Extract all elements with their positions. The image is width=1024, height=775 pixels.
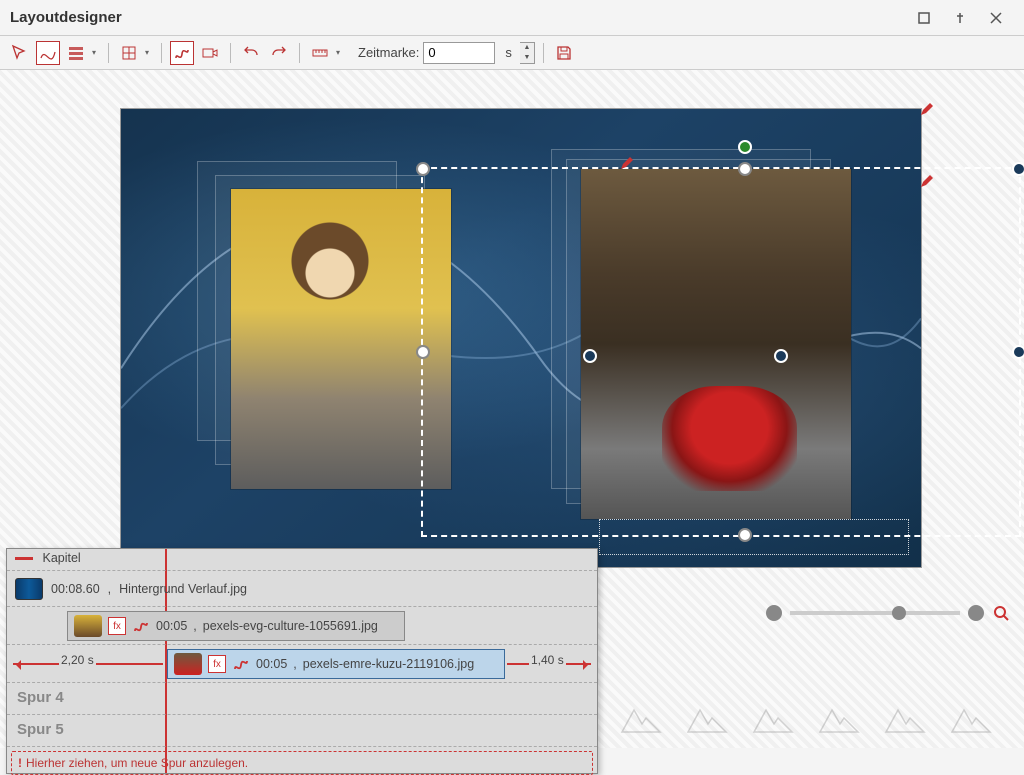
clip-duration: 00:05 <box>156 619 187 633</box>
maximize-button[interactable] <box>906 0 942 36</box>
track-5-label[interactable]: Spur 5 <box>7 715 597 747</box>
timemark-spinner[interactable]: ▲▼ <box>520 42 535 64</box>
chapter-label: Kapitel <box>42 551 80 565</box>
toolbar-separator <box>230 43 231 63</box>
timemark-unit: s <box>505 45 512 60</box>
timemark-input[interactable] <box>423 42 495 64</box>
motion-path-icon <box>232 655 250 673</box>
zoom-slider[interactable] <box>790 611 960 615</box>
ruler-button[interactable] <box>308 41 332 65</box>
resize-handle-nw[interactable] <box>416 162 430 176</box>
anchor-handle[interactable] <box>774 349 788 363</box>
mountain-icon <box>884 704 928 734</box>
track-4-label[interactable]: Spur 4 <box>7 683 597 715</box>
mountain-icon <box>752 704 796 734</box>
edit-point-icon[interactable] <box>919 173 935 189</box>
canvas-area: Kapitel 00:08.60, Hintergrund Verlauf.jp… <box>0 70 1024 748</box>
spin-down-icon[interactable]: ▼ <box>520 53 534 63</box>
ruler-dropdown-icon[interactable]: ▾ <box>336 48 344 57</box>
chapter-marker-icon <box>15 557 33 560</box>
center-anchor-handle[interactable] <box>583 349 597 363</box>
close-button[interactable] <box>978 0 1014 36</box>
resize-handle-w[interactable] <box>416 345 430 359</box>
pin-button[interactable] <box>942 0 978 36</box>
window-title: Layoutdesigner <box>10 9 906 26</box>
layers-tool-button[interactable] <box>64 41 88 65</box>
clip-filename: pexels-emre-kuzu-2119106.jpg <box>303 657 474 671</box>
resize-handle-ne[interactable] <box>1012 162 1024 176</box>
dropzone-hint: Hierher ziehen, um neue Spur anzulegen. <box>26 756 248 770</box>
track-2[interactable]: fx 00:05, pexels-evg-culture-1055691.jpg <box>7 607 597 645</box>
resize-handle-e[interactable] <box>1012 345 1024 359</box>
mountain-icon <box>950 704 994 734</box>
select-tool-button[interactable] <box>8 41 32 65</box>
curve-tool-button[interactable] <box>36 41 60 65</box>
toolbar-separator <box>299 43 300 63</box>
track-3[interactable]: 2,20 s fx 00:05, pexels-emre-kuzu-211910… <box>7 645 597 683</box>
clip-filename: pexels-evg-culture-1055691.jpg <box>203 619 378 633</box>
clip-item[interactable]: fx 00:05, pexels-evg-culture-1055691.jpg <box>67 611 405 641</box>
zoom-fit-button[interactable] <box>992 604 1010 622</box>
mountain-icon <box>686 704 730 734</box>
timemark-label: Zeitmarke: <box>358 45 419 60</box>
toolbar-separator <box>543 43 544 63</box>
grid-tool-button[interactable] <box>117 41 141 65</box>
mountain-icon <box>620 704 664 734</box>
layers-dropdown-icon[interactable]: ▾ <box>92 48 100 57</box>
motion-path-button[interactable] <box>170 41 194 65</box>
clip-item-selected[interactable]: fx 00:05, pexels-emre-kuzu-2119106.jpg <box>167 649 505 679</box>
background-track[interactable]: 00:08.60, Hintergrund Verlauf.jpg <box>7 571 597 607</box>
clip-thumbnail <box>15 578 43 600</box>
footer-decoration <box>600 690 1024 748</box>
layout-stage[interactable] <box>120 108 922 568</box>
clip-duration: 00:05 <box>256 657 287 671</box>
toolbar-separator <box>161 43 162 63</box>
save-button[interactable] <box>552 41 576 65</box>
zoom-controls <box>766 604 1010 622</box>
rotate-left-button[interactable] <box>239 41 263 65</box>
zoom-in-button[interactable] <box>968 605 984 621</box>
gap-label-left: 2,20 s <box>59 653 96 667</box>
title-bar: Layoutdesigner <box>0 0 1024 36</box>
camera-pan-button[interactable] <box>198 41 222 65</box>
mountain-icon <box>818 704 862 734</box>
clip-thumbnail <box>74 615 102 637</box>
fx-badge-icon[interactable]: fx <box>208 655 226 673</box>
chapter-row: Kapitel <box>7 549 597 571</box>
selection-box[interactable] <box>421 167 1021 537</box>
rotate-handle[interactable] <box>738 140 752 154</box>
resize-handle-n[interactable] <box>738 162 752 176</box>
rotate-right-button[interactable] <box>267 41 291 65</box>
zoom-slider-thumb[interactable] <box>892 606 906 620</box>
new-track-dropzone[interactable]: ! Hierher ziehen, um neue Spur anzulegen… <box>11 751 593 775</box>
toolbar-separator <box>108 43 109 63</box>
fx-badge-icon[interactable]: fx <box>108 617 126 635</box>
zoom-out-button[interactable] <box>766 605 782 621</box>
motion-path-icon <box>132 617 150 635</box>
image-object-1[interactable] <box>231 189 451 489</box>
toolbar: ▾ ▾ ▾ Zeitmarke: s ▲▼ <box>0 36 1024 70</box>
spin-up-icon[interactable]: ▲ <box>520 43 534 53</box>
gap-label-right: 1,40 s <box>529 653 566 667</box>
edit-point-icon[interactable] <box>619 155 635 171</box>
warning-icon: ! <box>18 756 22 770</box>
grid-dropdown-icon[interactable]: ▾ <box>145 48 153 57</box>
edit-corner-icon[interactable] <box>919 101 935 117</box>
clip-thumbnail <box>174 653 202 675</box>
timeline-panel: Kapitel 00:08.60, Hintergrund Verlauf.jp… <box>6 548 598 774</box>
clip-filename: Hintergrund Verlauf.jpg <box>119 582 247 596</box>
clip-duration: 00:08.60 <box>51 582 100 596</box>
resize-handle-s[interactable] <box>738 528 752 542</box>
